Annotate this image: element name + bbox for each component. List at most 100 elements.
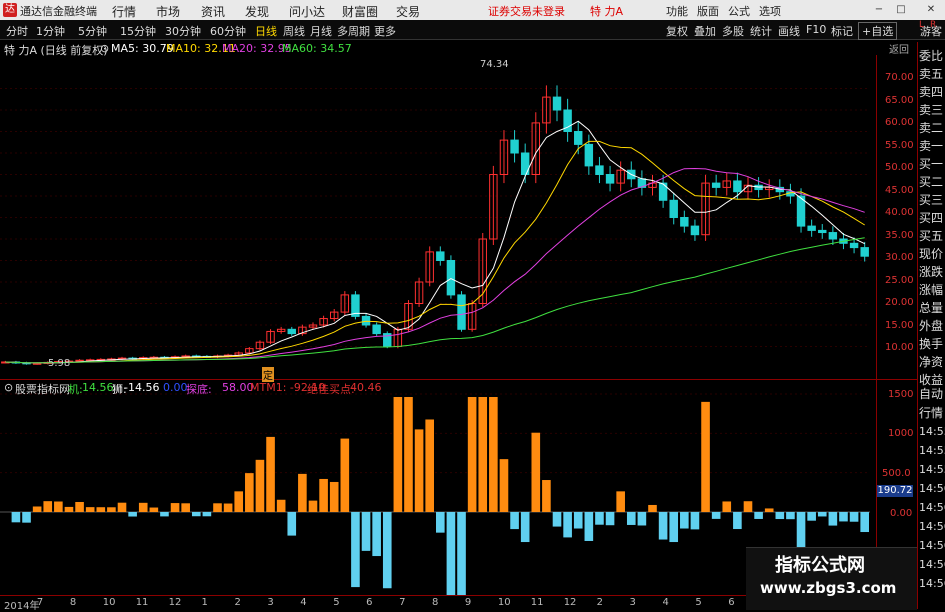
period-1min[interactable]: 1分钟	[36, 23, 65, 39]
menu-xuanxiang[interactable]: 选项	[759, 3, 781, 19]
side-label[interactable]: 买二	[919, 173, 943, 191]
side-lower-label[interactable]: 自动	[919, 385, 943, 403]
x-axis-label: 5	[695, 597, 702, 608]
y-tick: 10.00	[885, 342, 914, 353]
indicator-bar	[245, 473, 254, 512]
tool-f10[interactable]: F10	[806, 23, 826, 36]
period-multi[interactable]: 多周期	[337, 23, 370, 39]
side-lower-label[interactable]: 14:56	[919, 499, 945, 517]
side-lower-label[interactable]: 14:55	[919, 442, 945, 460]
period-fenshi[interactable]: 分时	[6, 23, 28, 39]
period-monthly[interactable]: 月线	[310, 23, 332, 39]
candle	[669, 199, 678, 219]
candlestick-chart[interactable]	[0, 55, 917, 380]
menu-shichang[interactable]: 市场	[156, 3, 180, 20]
indicator-bar	[764, 508, 774, 512]
indicator-bar	[584, 512, 594, 541]
side-label[interactable]: 卖二	[919, 119, 943, 137]
menu-banmian[interactable]: 版面	[697, 3, 719, 19]
period-60min[interactable]: 60分钟	[210, 23, 246, 39]
settings-icon[interactable]: ⊙	[100, 42, 109, 55]
tool-biaoji[interactable]: 标记	[831, 23, 853, 39]
x-axis-label: 2014年	[4, 601, 40, 612]
side-lower-label[interactable]: 14:56	[919, 480, 945, 498]
menu-hangqing[interactable]: 行情	[112, 3, 136, 20]
current-stock: 特 力A	[590, 5, 624, 18]
back-button[interactable]: 返回	[889, 41, 909, 56]
period-30min[interactable]: 30分钟	[165, 23, 201, 39]
side-label[interactable]: 涨跌	[919, 263, 943, 281]
side-label[interactable]: 总量	[919, 299, 943, 317]
side-label[interactable]: 涨幅	[919, 281, 943, 299]
menu-gongshi[interactable]: 公式	[728, 3, 750, 19]
ma5-label: MA5: 30.79	[111, 42, 174, 55]
period-5min[interactable]: 5分钟	[78, 23, 107, 39]
side-label[interactable]: 卖五	[919, 65, 943, 83]
side-lower-label[interactable]: 14:55	[919, 461, 945, 479]
tool-tongji[interactable]: 统计	[750, 23, 772, 39]
add-watchlist-button[interactable]: +自选	[858, 22, 898, 40]
indicator-bar	[658, 512, 668, 540]
period-more[interactable]: 更多	[374, 23, 396, 39]
period-daily[interactable]: 日线	[255, 23, 277, 39]
y-tick: 30.00	[885, 252, 914, 263]
indicator-bar	[181, 503, 190, 512]
indicator-bar	[446, 512, 456, 595]
maximize-icon[interactable]: □	[894, 3, 908, 16]
period-15min[interactable]: 15分钟	[120, 23, 156, 39]
tool-duogu[interactable]: 多股	[722, 23, 744, 39]
candle	[690, 225, 700, 236]
period-weekly[interactable]: 周线	[283, 23, 305, 39]
tool-diejia[interactable]: 叠加	[694, 23, 716, 39]
indicator-bar	[722, 501, 732, 512]
y-tick: 70.00	[885, 72, 914, 83]
side-label[interactable]: 买四	[919, 209, 943, 227]
side-label[interactable]: 换手	[919, 335, 943, 353]
candle	[457, 294, 466, 330]
side-label[interactable]: 卖四	[919, 83, 943, 101]
menu-wenxiaoda[interactable]: 问小达	[289, 3, 325, 20]
side-label[interactable]: 卖一	[919, 137, 943, 155]
side-label[interactable]: 外盘	[919, 317, 943, 335]
side-label[interactable]: 买三	[919, 191, 943, 209]
side-label[interactable]: 净资	[919, 353, 943, 371]
indicator-bar	[43, 501, 53, 512]
x-axis-label: 3	[267, 597, 274, 608]
indicator-bar	[542, 480, 551, 512]
side-label[interactable]: 现价	[919, 245, 943, 263]
side-lower-label[interactable]: 14:56	[919, 556, 945, 574]
side-lower-label[interactable]: 14:56	[919, 518, 945, 536]
menu-gongneng[interactable]: 功能	[666, 3, 688, 19]
indicator-bar	[170, 503, 180, 512]
login-status[interactable]: 证券交易未登录	[488, 3, 565, 19]
side-lower-label[interactable]: 行情	[919, 404, 943, 422]
x-axis-label: 8	[69, 597, 77, 608]
side-lower-label[interactable]: 14:56	[919, 537, 945, 555]
tool-fuquan[interactable]: 复权	[666, 23, 688, 39]
x-axis-label: 2	[234, 597, 241, 608]
side-label[interactable]: 买五	[919, 227, 943, 245]
x-axis-label: 4	[300, 597, 307, 608]
indicator-bar	[372, 512, 381, 557]
indicator-bar	[595, 512, 604, 525]
side-lower-label[interactable]: 14:56	[919, 575, 945, 593]
side-label[interactable]: 买一	[919, 155, 943, 173]
menu-faxian[interactable]: 发现	[245, 3, 269, 20]
side-lower-label[interactable]: 14:55	[919, 423, 945, 441]
indicator-bar	[404, 397, 413, 512]
menu-caifuquan[interactable]: 财富圈	[342, 3, 378, 20]
tool-huaxian[interactable]: 画线	[778, 23, 800, 39]
indicator-bar	[223, 503, 233, 512]
close-icon[interactable]: ✕	[924, 3, 938, 16]
indicator-bar	[786, 512, 795, 520]
candle	[860, 247, 869, 257]
menu-jiaoyi[interactable]: 交易	[396, 3, 420, 20]
indicator-bar	[648, 504, 657, 512]
side-label[interactable]: 委比	[919, 47, 943, 65]
x-axis-label: 1	[201, 597, 208, 608]
menu-zixun[interactable]: 资讯	[201, 3, 225, 20]
minimize-icon[interactable]: −	[872, 3, 886, 16]
candle	[372, 324, 381, 335]
indicator-bar	[743, 501, 753, 512]
side-label[interactable]: 卖三	[919, 101, 943, 119]
